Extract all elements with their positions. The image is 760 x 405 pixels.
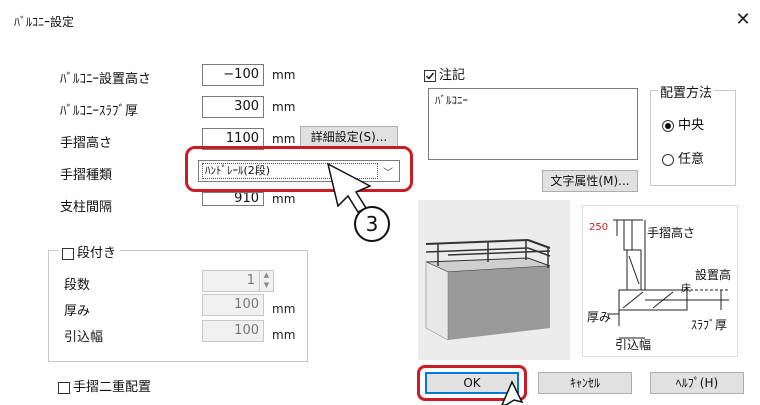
radio-selected-icon[interactable]	[662, 119, 674, 132]
steps-setback-unit: mm	[272, 328, 296, 342]
placement-option-arbitrary-label: 任意	[678, 152, 705, 167]
text-attribute-button[interactable]: 文字属性(M)...	[542, 170, 638, 192]
note-checkbox-box[interactable]	[424, 69, 436, 82]
steps-thickness-unit: mm	[272, 302, 296, 316]
steps-checkbox[interactable]: 段付き	[58, 242, 121, 261]
step-number-badge: 3	[354, 206, 390, 242]
steps-setback-input[interactable]: 100	[202, 320, 264, 342]
diagram-slab: ｽﾗﾌﾞ厚	[691, 318, 728, 332]
double-handrail-checkbox[interactable]: 手摺二重配置	[58, 376, 151, 395]
steps-count-spinner[interactable]: ▲ ▼	[259, 270, 273, 292]
install-height-label: ﾊﾞﾙｺﾆｰ設置高さ	[60, 72, 152, 87]
note-checkbox-label: 注記	[439, 68, 466, 83]
window-title: ﾊﾞﾙｺﾆｰ設定	[14, 15, 75, 29]
placement-title: 配置方法	[658, 82, 715, 101]
handrail-height-label: 手摺高さ	[60, 136, 113, 151]
diagram-thickness: 厚み	[587, 310, 612, 324]
cancel-button[interactable]: ｷｬﾝｾﾙ	[538, 372, 632, 394]
handrail-type-label: 手摺種類	[60, 168, 113, 183]
diagram-handrail-height: 手摺高さ	[647, 226, 696, 240]
post-interval-input[interactable]: 910	[202, 192, 264, 206]
balcony-3d-image	[425, 239, 551, 341]
steps-checkbox-box[interactable]	[62, 247, 74, 260]
install-height-input[interactable]: −100	[202, 64, 264, 86]
steps-thickness-label: 厚み	[64, 304, 91, 319]
section-diagram: 250 手摺高さ 設置高 床 厚み ｽﾗﾌﾞ厚 引込幅	[582, 205, 738, 357]
checkmark-icon	[426, 72, 435, 80]
steps-thickness-input[interactable]: 100	[202, 294, 264, 316]
steps-checkbox-label: 段付き	[77, 246, 117, 261]
diagram-height-value: 250	[589, 222, 609, 233]
ok-pointer-icon	[501, 380, 524, 405]
placement-option-center-label: 中央	[678, 118, 705, 133]
title-bar	[0, 0, 760, 40]
double-handrail-checkbox-box[interactable]	[58, 381, 70, 394]
help-button[interactable]: ﾍﾙﾌﾟ(H)	[650, 372, 744, 394]
diagram-setback: 引込幅	[615, 338, 652, 352]
slab-thickness-input[interactable]: 300	[202, 96, 264, 118]
placement-option-arbitrary[interactable]: 任意	[662, 148, 704, 167]
placement-group	[650, 90, 736, 186]
detail-settings-button[interactable]: 詳細設定(S)...	[300, 126, 398, 148]
placement-option-center[interactable]: 中央	[662, 114, 704, 133]
radio-unselected-icon[interactable]	[662, 153, 674, 166]
steps-setback-label: 引込幅	[64, 330, 104, 345]
double-handrail-label: 手摺二重配置	[73, 380, 152, 395]
post-interval-unit: mm	[272, 192, 296, 206]
steps-count-label: 段数	[64, 278, 91, 293]
note-checkbox[interactable]: 注記	[424, 64, 465, 83]
close-icon[interactable]: ✕	[732, 9, 754, 31]
balcony-3d-preview	[418, 200, 570, 360]
install-height-unit: mm	[272, 68, 296, 82]
slab-thickness-unit: mm	[272, 100, 296, 114]
handrail-height-unit: mm	[272, 132, 296, 146]
diagram-install-height: 設置高	[695, 268, 732, 282]
diagram-floor: 床	[681, 284, 691, 295]
post-interval-label: 支柱間隔	[60, 200, 113, 215]
note-textarea[interactable]: ﾊﾞﾙｺﾆｰ	[428, 88, 638, 160]
slab-thickness-label: ﾊﾞﾙｺﾆｰｽﾗﾌﾞ厚	[60, 104, 139, 119]
